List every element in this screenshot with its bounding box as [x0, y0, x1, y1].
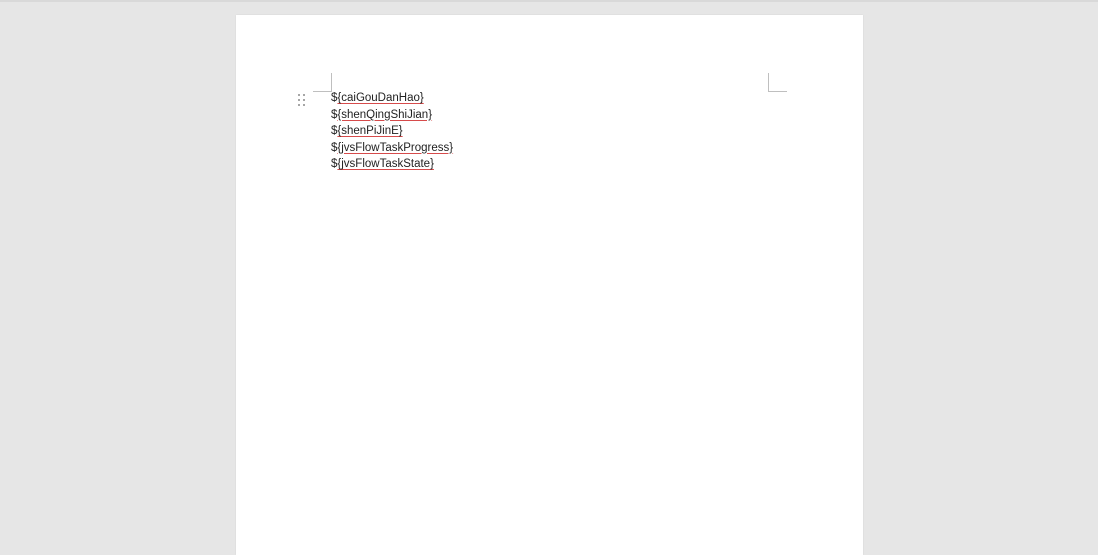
drag-dot — [303, 94, 305, 96]
drag-dot — [298, 99, 300, 101]
document-body[interactable]: ${caiGouDanHao} ${shenQingShiJian} ${she… — [331, 90, 771, 173]
drag-dot — [303, 104, 305, 106]
template-line[interactable]: ${shenQingShiJian} — [331, 107, 771, 124]
template-variable: {shenPiJinE} — [337, 125, 403, 137]
template-variable: {shenQingShiJian} — [337, 108, 433, 121]
template-line[interactable]: ${shenPiJinE} — [331, 123, 771, 140]
template-line[interactable]: ${caiGouDanHao} — [331, 90, 771, 107]
template-variable: {caiGouDanHao} — [337, 92, 424, 104]
template-variable: {jvsFlowTaskState} — [337, 158, 434, 170]
drag-dot — [303, 99, 305, 101]
template-variable: {jvsFlowTaskProgress} — [337, 141, 454, 154]
margin-marker-top-left — [313, 73, 332, 92]
drag-handle-icon[interactable] — [298, 94, 306, 106]
template-line[interactable]: ${jvsFlowTaskProgress} — [331, 140, 771, 157]
top-edge — [0, 0, 1098, 2]
document-page[interactable]: ${caiGouDanHao} ${shenQingShiJian} ${she… — [236, 15, 863, 555]
template-line[interactable]: ${jvsFlowTaskState} — [331, 156, 771, 173]
document-canvas: ${caiGouDanHao} ${shenQingShiJian} ${she… — [0, 0, 1098, 555]
drag-dot — [298, 94, 300, 96]
drag-dot — [298, 104, 300, 106]
